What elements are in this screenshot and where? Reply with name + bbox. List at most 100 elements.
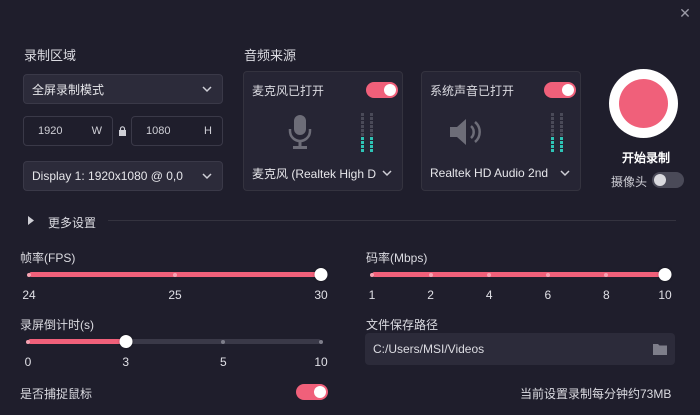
countdown-slider-fill [28, 339, 126, 344]
meter-segment [560, 145, 563, 148]
height-value: 1080 [146, 125, 171, 137]
chevron-down-icon [382, 170, 392, 177]
countdown-slider-tick [221, 339, 226, 344]
bitrate-slider-tick-label: 10 [658, 288, 672, 302]
bitrate-slider-tick [604, 272, 609, 277]
meter-segment [560, 141, 563, 144]
meter-segment [370, 125, 373, 128]
mic-device-select[interactable]: 麦克风 (Realtek High D [244, 160, 402, 186]
meter-segment [361, 125, 364, 128]
chevron-down-icon [560, 170, 570, 177]
start-record-label: 开始录制 [622, 151, 671, 165]
record-dot-icon [619, 79, 668, 128]
system-audio-toggle[interactable] [544, 82, 576, 98]
save-path-field[interactable]: C:/Users/MSI/Videos [365, 333, 675, 365]
fps-slider-tick-label: 24 [22, 288, 36, 302]
countdown-slider-tick-label: 3 [122, 355, 129, 369]
fps-slider[interactable] [27, 268, 328, 281]
meter-segment [370, 121, 373, 124]
fps-slider-tick-label: 30 [314, 288, 328, 302]
speaker-icon [450, 119, 481, 145]
record-mode-select[interactable]: 全屏录制模式 [23, 74, 223, 104]
mic-toggle[interactable] [366, 82, 398, 98]
fps-slider-tick [173, 272, 177, 277]
close-icon[interactable]: ✕ [678, 6, 692, 20]
meter-segment [560, 149, 563, 152]
meter-segment [370, 137, 373, 140]
meter-segment [551, 141, 554, 144]
microphone-icon [288, 115, 312, 149]
bitrate-slider[interactable] [370, 268, 672, 281]
expand-arrow-icon[interactable] [27, 216, 35, 225]
bitrate-slider-tick-label: 4 [485, 288, 493, 302]
camera-toggle[interactable] [652, 172, 684, 188]
countdown-slider-thumb[interactable] [119, 335, 133, 348]
meter-segment [560, 125, 563, 128]
countdown-label: 录屏倒计时(s) [20, 318, 94, 332]
countdown-slider-tick [26, 339, 30, 344]
meter-segment [551, 113, 554, 116]
width-unit: W [91, 125, 102, 137]
meter-segment [551, 117, 554, 120]
display-select[interactable]: Display 1: 1920x1080 @ 0,0 [23, 161, 223, 191]
meter-segment [361, 117, 364, 120]
mic-device-value: 麦克风 (Realtek High D [252, 166, 377, 181]
bitrate-slider-tick-label: 1 [368, 288, 376, 302]
meter-segment [551, 149, 554, 152]
system-level-meter-left [551, 113, 554, 153]
meter-segment [560, 137, 563, 140]
capture-mouse-toggle[interactable] [296, 384, 328, 400]
meter-segment [361, 145, 364, 148]
countdown-slider[interactable] [26, 335, 323, 348]
mic-status: 麦克风已打开 [252, 84, 325, 98]
meter-segment [361, 121, 364, 124]
system-level-meter-right [560, 113, 563, 153]
more-settings-toggle[interactable]: 更多设置 [48, 214, 96, 231]
capture-mouse-label: 是否捕捉鼠标 [20, 387, 93, 401]
meter-segment [551, 129, 554, 132]
save-path-value: C:/Users/MSI/Videos [373, 342, 485, 356]
meter-segment [361, 137, 364, 140]
countdown-slider-tick [319, 339, 323, 344]
folder-icon[interactable] [653, 343, 667, 355]
bitrate-slider-tick-label: 6 [544, 288, 552, 302]
record-mode-value: 全屏录制模式 [32, 82, 105, 97]
meter-segment [370, 141, 373, 144]
meter-segment [551, 145, 554, 148]
height-input[interactable]: 1080 H [131, 116, 223, 146]
fps-slider-tick-label: 25 [168, 288, 182, 302]
meter-segment [560, 129, 563, 132]
bitrate-slider-thumb[interactable] [658, 268, 672, 281]
width-value: 1920 [38, 125, 63, 137]
meter-segment [551, 137, 554, 140]
meter-segment [551, 133, 554, 136]
display-value: Display 1: 1920x1080 @ 0,0 [32, 169, 183, 183]
system-audio-status: 系统声音已打开 [430, 84, 515, 98]
fps-slider-tick [27, 272, 31, 277]
meter-segment [370, 113, 373, 116]
meter-segment [551, 121, 554, 124]
bitrate-slider-tick [545, 272, 550, 277]
meter-segment [370, 117, 373, 120]
bitrate-slider-tick-label: 8 [603, 288, 610, 302]
meter-segment [361, 113, 364, 116]
bitrate-slider-tick [428, 272, 433, 277]
height-unit: H [204, 125, 212, 137]
meter-segment [361, 133, 364, 136]
system-audio-device-select[interactable]: Realtek HD Audio 2nd [422, 160, 580, 186]
meter-segment [560, 113, 563, 116]
meter-segment [361, 141, 364, 144]
bitrate-label: 码率(Mbps) [366, 251, 428, 265]
fps-slider-thumb[interactable] [314, 268, 328, 281]
fps-label: 帧率(FPS) [20, 251, 76, 265]
countdown-slider-tick-label: 5 [219, 355, 227, 369]
lock-icon[interactable] [118, 126, 127, 136]
save-path-label: 文件保存路径 [366, 318, 439, 332]
meter-segment [560, 133, 563, 136]
meter-segment [560, 117, 563, 120]
camera-label: 摄像头 [611, 175, 648, 189]
chevron-down-icon [202, 173, 212, 180]
countdown-slider-tick-label: 10 [314, 355, 328, 369]
start-record-button[interactable] [609, 69, 678, 138]
width-input[interactable]: 1920 W [23, 116, 113, 146]
